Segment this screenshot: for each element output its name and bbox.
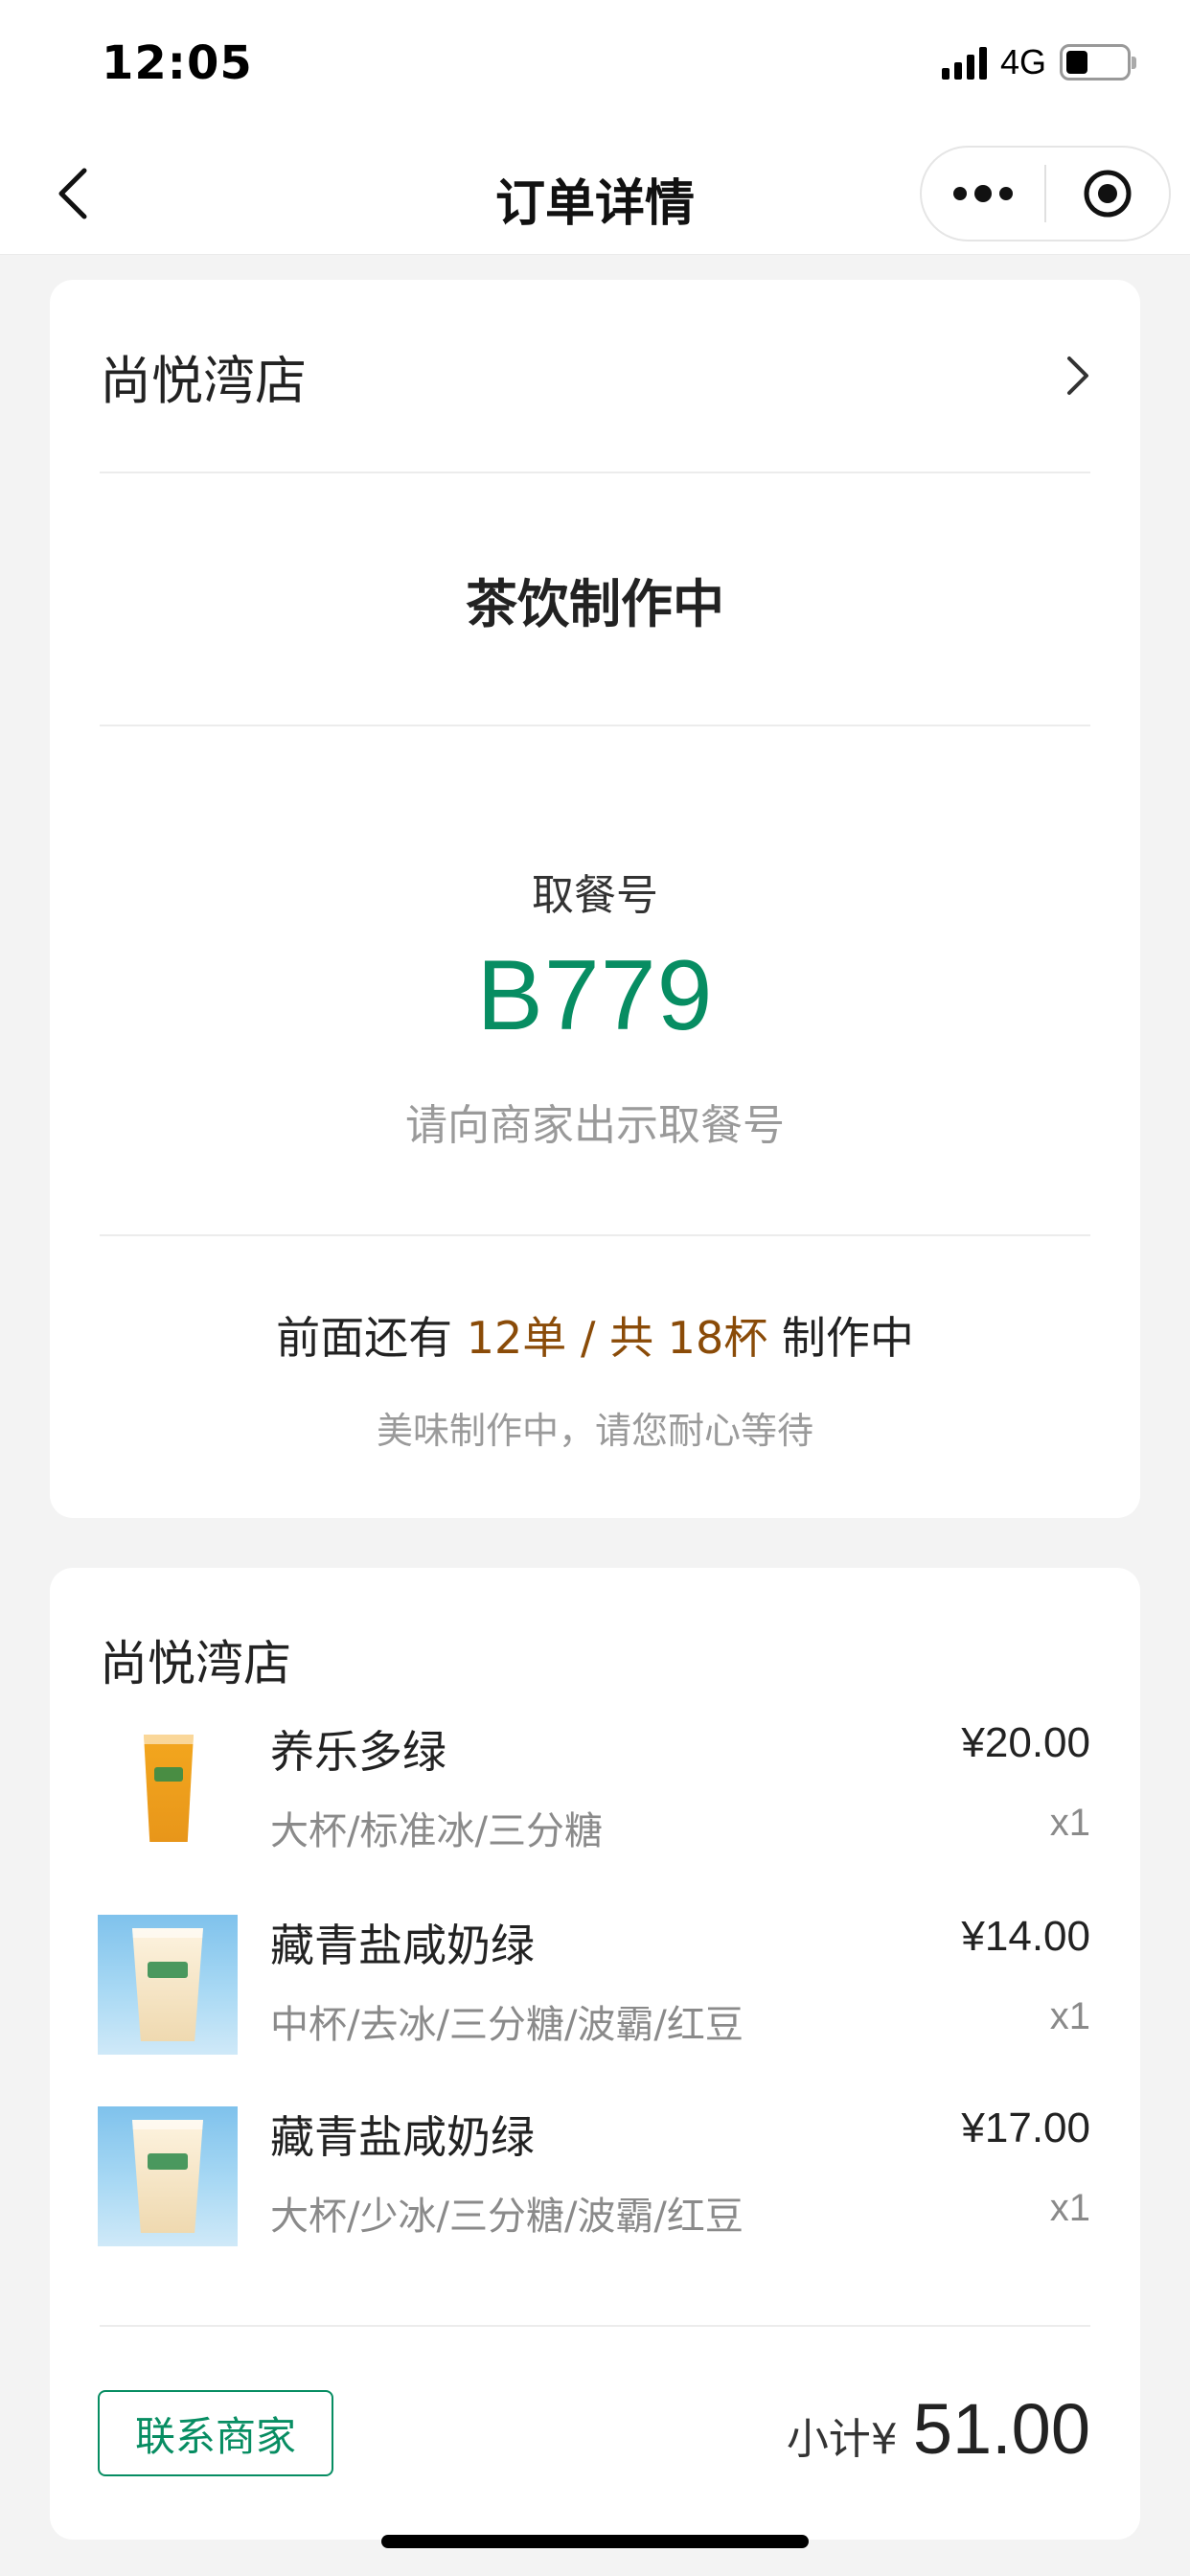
item-price: ¥14.00 (961, 1913, 1090, 1960)
battery-icon (1060, 44, 1136, 80)
home-indicator[interactable] (381, 2535, 809, 2548)
signal-icon (941, 45, 987, 80)
shop-name: 尚悦湾店 (100, 350, 307, 411)
item-spec: 大杯/标准冰/三分糖 (270, 1809, 603, 1853)
order-status-card: 尚悦湾店 茶饮制作中 取餐号 B779 请向商家出示取餐号 前面还有 12单 /… (50, 280, 1140, 1518)
network-type: 4G (999, 42, 1046, 81)
divider (100, 2325, 1090, 2327)
product-image (98, 2106, 238, 2246)
status-time: 12:05 (102, 36, 253, 90)
status-indicators: 4G (941, 42, 1136, 82)
product-image (98, 1721, 238, 1861)
queue-status: 前面还有 12单 / 共 18杯 制作中 (50, 1303, 1140, 1367)
more-dots-icon (953, 185, 1013, 202)
close-button[interactable] (1046, 148, 1169, 240)
subtotal: 小计¥ 51.00 (787, 2388, 1090, 2470)
item-qty: x1 (1049, 2187, 1090, 2229)
chevron-right-icon (1067, 356, 1088, 395)
subtotal-label: 小计¥ (786, 2415, 898, 2464)
item-qty: x1 (1049, 1802, 1090, 1844)
pickup-hint: 请向商家出示取餐号 (405, 1101, 785, 1150)
queue-prefix: 前面还有 (276, 1312, 453, 1364)
pickup-block: 取餐号 B779 请向商家出示取餐号 (100, 726, 1090, 1236)
queue-orders: 12单 (466, 1312, 567, 1364)
shop-row[interactable]: 尚悦湾店 (100, 280, 1090, 473)
subtotal-amount: 51.00 (912, 2389, 1090, 2469)
order-status: 茶饮制作中 (466, 573, 724, 634)
list-item: 养乐多绿 大杯/标准冰/三分糖 ¥20.00 x1 (98, 1719, 1090, 1861)
more-button[interactable] (922, 148, 1044, 240)
mini-program-capsule (920, 146, 1171, 242)
list-item: 藏青盐咸奶绿 大杯/少冰/三分糖/波霸/红豆 ¥17.00 x1 (98, 2104, 1090, 2246)
item-name: 藏青盐咸奶绿 (270, 2111, 535, 2163)
nav-bar: 订单详情 (0, 134, 1190, 255)
item-spec: 大杯/少冰/三分糖/波霸/红豆 (270, 2195, 744, 2239)
target-circle-icon (1084, 170, 1132, 218)
item-qty: x1 (1049, 1995, 1090, 2037)
contact-merchant-button[interactable]: 联系商家 (98, 2390, 333, 2476)
items-shop-name: 尚悦湾店 (100, 1636, 291, 1691)
queue-cups: 共 18杯 (609, 1312, 768, 1364)
item-spec: 中杯/去冰/三分糖/波霸/红豆 (270, 2003, 744, 2047)
pickup-number: B779 (476, 940, 714, 1051)
product-image (98, 1915, 238, 2055)
order-status-row: 茶饮制作中 (100, 473, 1090, 726)
item-price: ¥20.00 (961, 1719, 1090, 1766)
queue-subtitle: 美味制作中，请您耐心等待 (376, 1410, 813, 1452)
item-name: 养乐多绿 (270, 1726, 446, 1778)
status-bar: 12:05 4G (0, 0, 1190, 134)
queue-suffix: 制作中 (781, 1312, 914, 1364)
list-item: 藏青盐咸奶绿 中杯/去冰/三分糖/波霸/红豆 ¥14.00 x1 (98, 1913, 1090, 2055)
pickup-label: 取餐号 (532, 871, 658, 920)
item-price: ¥17.00 (961, 2104, 1090, 2151)
order-items-card: 尚悦湾店 养乐多绿 大杯/标准冰/三分糖 ¥20.00 x1 藏青盐咸奶绿 中杯… (50, 1568, 1140, 2540)
queue-separator: / (580, 1312, 596, 1364)
item-name: 藏青盐咸奶绿 (270, 1920, 535, 1971)
